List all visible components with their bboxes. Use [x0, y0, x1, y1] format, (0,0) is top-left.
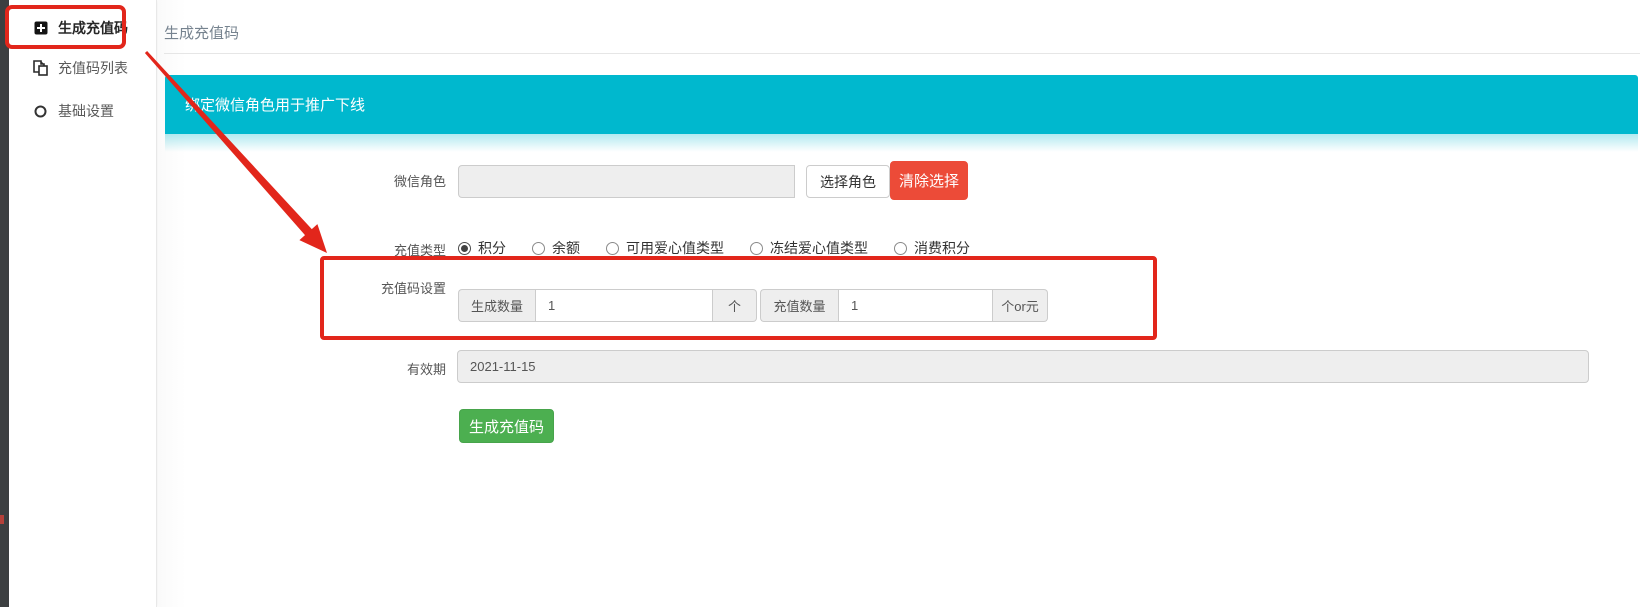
recharge-quantity-group: 充值数量 个or元: [760, 289, 1048, 322]
plus-square-icon: [33, 21, 48, 36]
code-settings-label: 充值码设置: [280, 278, 446, 297]
generate-quantity-input[interactable]: [535, 289, 713, 322]
sidebar-item-code-list[interactable]: 充值码列表: [9, 54, 157, 82]
radio-option-consumed-points[interactable]: 消费积分: [894, 238, 970, 258]
radio-icon[interactable]: [606, 242, 619, 255]
generate-quantity-prefix: 生成数量: [458, 289, 535, 322]
banner-shadow: [165, 134, 1638, 152]
clear-selection-button[interactable]: 清除选择: [890, 161, 968, 200]
radio-option-points[interactable]: 积分: [458, 238, 506, 258]
radio-icon[interactable]: [750, 242, 763, 255]
validity-label: 有效期: [280, 359, 446, 378]
copy-icon: [33, 61, 48, 76]
sidebar-item-generate-code[interactable]: 生成充值码: [9, 13, 157, 43]
page-title: 生成充值码: [164, 22, 239, 43]
radio-label: 消费积分: [914, 238, 970, 258]
generate-quantity-group: 生成数量 个: [458, 289, 757, 322]
sidebar-item-label: 基础设置: [58, 101, 114, 121]
validity-date-input[interactable]: [457, 350, 1589, 383]
recharge-type-label: 充值类型: [280, 240, 446, 259]
radio-icon[interactable]: [458, 242, 471, 255]
circle-icon: [33, 104, 48, 119]
radio-label: 余额: [552, 238, 580, 258]
sidebar-item-basic-settings[interactable]: 基础设置: [9, 97, 157, 125]
radio-option-frozen-love-value[interactable]: 冻结爱心值类型: [750, 238, 868, 258]
panel-heading-banner: 绑定微信角色用于推广下线: [165, 75, 1638, 134]
wechat-role-label: 微信角色: [280, 171, 446, 190]
radio-label: 可用爱心值类型: [626, 238, 724, 258]
generate-code-button[interactable]: 生成充值码: [459, 409, 554, 443]
sidebar-item-label: 生成充值码: [58, 18, 128, 38]
radio-icon[interactable]: [894, 242, 907, 255]
radio-option-balance[interactable]: 余额: [532, 238, 580, 258]
radio-label: 积分: [478, 238, 506, 258]
radio-option-available-love-value[interactable]: 可用爱心值类型: [606, 238, 724, 258]
left-strip-mark: [0, 515, 4, 524]
recharge-quantity-input[interactable]: [838, 289, 993, 322]
wechat-role-input[interactable]: [458, 165, 795, 198]
recharge-type-radio-group: 积分 余额 可用爱心值类型 冻结爱心值类型 消费积分: [458, 238, 970, 258]
sidebar: 生成充值码 充值码列表 基础设置: [9, 0, 157, 607]
title-divider: [164, 53, 1640, 54]
radio-label: 冻结爱心值类型: [770, 238, 868, 258]
generate-quantity-suffix: 个: [713, 289, 757, 322]
radio-icon[interactable]: [532, 242, 545, 255]
recharge-quantity-suffix: 个or元: [993, 289, 1048, 322]
left-edge-strip: [0, 0, 9, 607]
select-role-button[interactable]: 选择角色: [806, 165, 890, 198]
recharge-quantity-prefix: 充值数量: [760, 289, 838, 322]
sidebar-item-label: 充值码列表: [58, 58, 128, 78]
banner-text: 绑定微信角色用于推广下线: [185, 94, 365, 115]
app-window: 生成充值码 充值码列表 基础设置 生成充值码 绑定微信角色用于推广下线 微信角色…: [0, 0, 1640, 607]
